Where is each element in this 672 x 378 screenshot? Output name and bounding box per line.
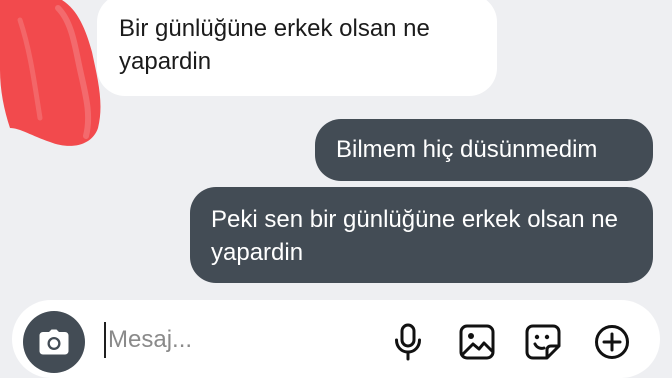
message-text: Bilmem hiç düsünmedim bbox=[336, 136, 598, 163]
add-circle-icon bbox=[595, 325, 629, 359]
gallery-button[interactable] bbox=[458, 323, 496, 361]
text-cursor bbox=[104, 322, 106, 358]
message-composer bbox=[12, 300, 660, 378]
camera-icon bbox=[39, 329, 69, 355]
sticker-button[interactable] bbox=[524, 323, 562, 361]
message-text: Bir günlüğüne erkek olsan ne yapardin bbox=[119, 15, 430, 75]
outgoing-message-bubble[interactable]: Bilmem hiç düsünmedim bbox=[315, 119, 653, 181]
sticker-icon bbox=[525, 324, 561, 360]
microphone-icon bbox=[395, 323, 421, 361]
add-button[interactable] bbox=[593, 323, 631, 361]
chat-message-list: Bir günlüğüne erkek olsan ne yapardin Bi… bbox=[0, 0, 672, 300]
incoming-message-bubble[interactable]: Bir günlüğüne erkek olsan ne yapardin bbox=[97, 0, 497, 96]
camera-button[interactable] bbox=[23, 311, 85, 373]
outgoing-message-bubble[interactable]: Peki sen bir günlüğüne erkek olsan ne ya… bbox=[190, 187, 653, 283]
message-input[interactable] bbox=[108, 320, 358, 360]
redaction-mark bbox=[0, 0, 101, 146]
gallery-icon bbox=[459, 324, 495, 360]
microphone-button[interactable] bbox=[389, 323, 427, 361]
message-text: Peki sen bir günlüğüne erkek olsan ne ya… bbox=[211, 206, 618, 266]
